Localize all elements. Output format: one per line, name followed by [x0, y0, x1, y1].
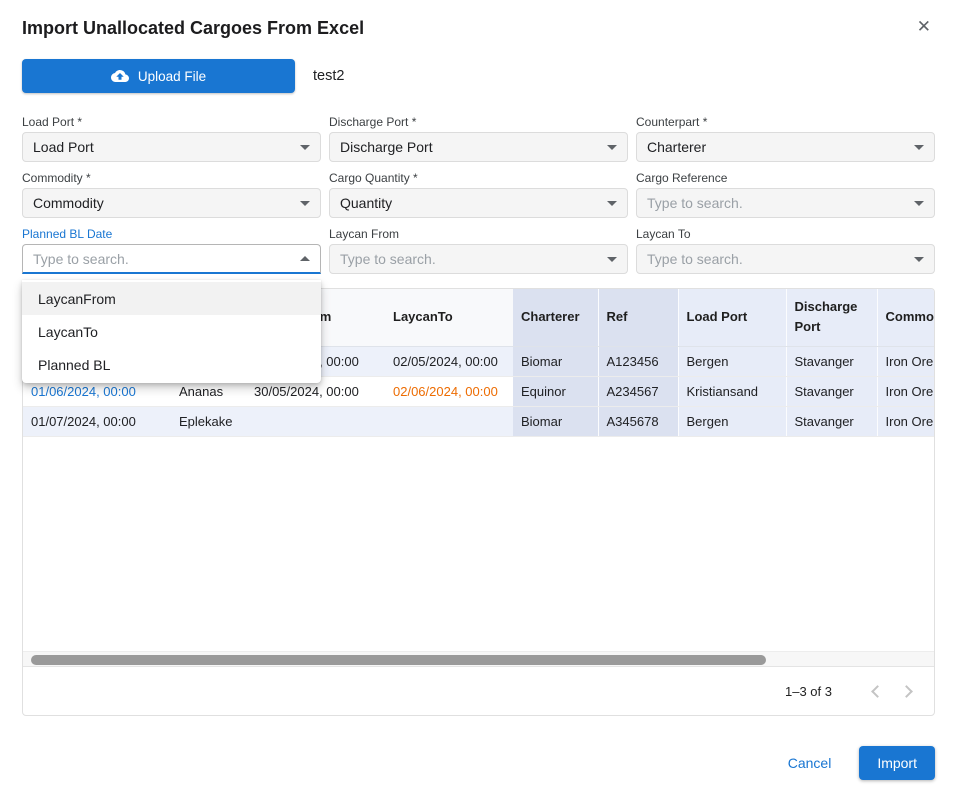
cloud-upload-icon [111, 67, 129, 85]
planned-bl-date-input[interactable] [33, 251, 273, 267]
field-discharge-port: Discharge Port * Discharge Port [329, 115, 628, 162]
field-laycan-from: Laycan From Type to search. [329, 227, 628, 274]
uploaded-file-name: test2 [313, 68, 344, 84]
field-load-port: Load Port * Load Port [22, 115, 321, 162]
laycan-to-select[interactable]: Type to search. [636, 244, 935, 274]
column-header-ref: Ref [598, 289, 678, 346]
field-label: Counterpart * [636, 115, 935, 129]
column-header-discharge-port: Discharge Port [786, 289, 877, 346]
commodity-select[interactable]: Commodity [22, 188, 321, 218]
load-port-select[interactable]: Load Port [22, 132, 321, 162]
chevron-down-icon [607, 257, 617, 262]
menu-item-laycanfrom[interactable]: LaycanFrom [22, 282, 321, 315]
chevron-down-icon [300, 201, 310, 206]
chevron-down-icon [607, 201, 617, 206]
counterpart-select[interactable]: Charterer [636, 132, 935, 162]
previous-page-button[interactable] [860, 675, 892, 707]
chevron-down-icon [914, 257, 924, 262]
chevron-down-icon [607, 145, 617, 150]
chevron-down-icon [914, 145, 924, 150]
planned-bl-date-combobox[interactable] [22, 244, 321, 274]
field-label: Laycan To [636, 227, 935, 241]
field-cargo-quantity: Cargo Quantity * Quantity [329, 171, 628, 218]
upload-button-label: Upload File [138, 69, 206, 84]
field-label: Commodity * [22, 171, 321, 185]
dialog-header: Import Unallocated Cargoes From Excel ✕ [22, 14, 935, 39]
chevron-down-icon [914, 201, 924, 206]
upload-row: Upload File test2 [22, 59, 935, 93]
menu-item-planned-bl[interactable]: Planned BL [22, 348, 321, 381]
chevron-left-icon [871, 685, 884, 698]
field-label: Planned BL Date [22, 227, 321, 241]
field-label: Load Port * [22, 115, 321, 129]
column-header-load-port: Load Port [678, 289, 786, 346]
import-dialog: Import Unallocated Cargoes From Excel ✕ … [0, 0, 957, 789]
close-icon[interactable]: ✕ [913, 14, 935, 39]
cargo-quantity-select[interactable]: Quantity [329, 188, 628, 218]
field-planned-bl-date: Planned BL Date LaycanFrom LaycanTo Plan… [22, 227, 321, 274]
pagination-range: 1–3 of 3 [785, 684, 832, 699]
chevron-up-icon [300, 256, 310, 261]
menu-item-laycanto[interactable]: LaycanTo [22, 315, 321, 348]
column-header-commodity: Commodity [877, 289, 934, 346]
column-header-laycanto: LaycanTo [385, 289, 513, 346]
scrollbar-thumb[interactable] [31, 655, 766, 665]
field-laycan-to: Laycan To Type to search. [636, 227, 935, 274]
dialog-actions: Cancel Import [22, 746, 935, 780]
discharge-port-select[interactable]: Discharge Port [329, 132, 628, 162]
mapping-form: Load Port * Load Port Discharge Port * D… [22, 115, 935, 274]
field-commodity: Commodity * Commodity [22, 171, 321, 218]
chevron-right-icon [900, 685, 913, 698]
field-label: Cargo Reference [636, 171, 935, 185]
table-row: 01/07/2024, 00:00 Eplekake Biomar A34567… [23, 406, 934, 436]
cancel-button[interactable]: Cancel [788, 755, 832, 771]
horizontal-scrollbar[interactable] [23, 651, 934, 667]
pagination-bar: 1–3 of 3 [23, 667, 934, 715]
field-counterpart: Counterpart * Charterer [636, 115, 935, 162]
upload-file-button[interactable]: Upload File [22, 59, 295, 93]
import-button[interactable]: Import [859, 746, 935, 780]
next-page-button[interactable] [892, 675, 924, 707]
cargo-reference-select[interactable]: Type to search. [636, 188, 935, 218]
page-title: Import Unallocated Cargoes From Excel [22, 14, 364, 39]
field-label: Discharge Port * [329, 115, 628, 129]
field-label: Laycan From [329, 227, 628, 241]
column-header-charterer: Charterer [513, 289, 598, 346]
planned-bl-date-menu: LaycanFrom LaycanTo Planned BL [22, 280, 321, 383]
chevron-down-icon [300, 145, 310, 150]
field-label: Cargo Quantity * [329, 171, 628, 185]
laycan-from-select[interactable]: Type to search. [329, 244, 628, 274]
field-cargo-reference: Cargo Reference Type to search. [636, 171, 935, 218]
